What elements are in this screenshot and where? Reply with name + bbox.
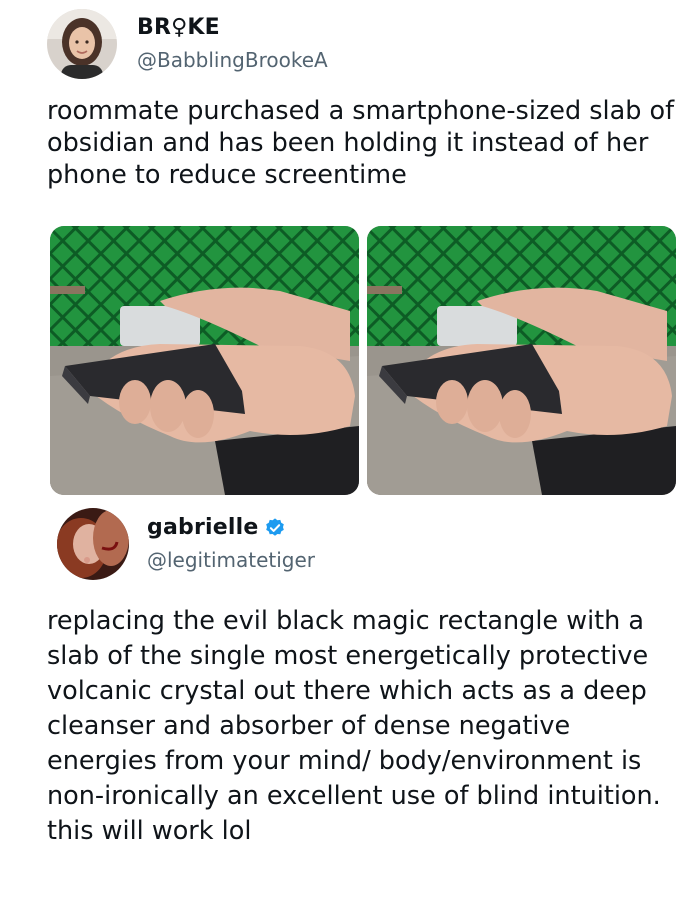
tweet1-header: BR♀KE @BabblingBrookeA — [47, 6, 328, 82]
display-name[interactable]: BR♀KE — [137, 13, 328, 43]
tweet2-header: gabrielle @legitimatetiger — [57, 508, 315, 580]
media-grid — [50, 226, 676, 495]
verified-badge-icon — [264, 517, 286, 539]
user-handle[interactable]: @BabblingBrookeA — [137, 45, 328, 75]
user-handle[interactable]: @legitimatetiger — [147, 545, 315, 575]
obsidian-photo-left[interactable] — [50, 226, 359, 495]
screenshot: BR♀KE @BabblingBrookeA roommate purchase… — [0, 0, 700, 904]
display-name[interactable]: gabrielle — [147, 513, 258, 543]
obsidian-photo-right[interactable] — [367, 226, 676, 495]
tweet-text: replacing the evil black magic rectangle… — [47, 606, 661, 846]
avatar[interactable] — [47, 9, 117, 79]
avatar[interactable] — [57, 508, 129, 580]
tweet1-user: BR♀KE @BabblingBrookeA — [137, 13, 328, 75]
name-row: gabrielle — [147, 513, 315, 543]
tweet2-user: gabrielle @legitimatetiger — [147, 513, 315, 575]
tweet-text: roommate purchased a smartphone-sized sl… — [47, 96, 675, 190]
